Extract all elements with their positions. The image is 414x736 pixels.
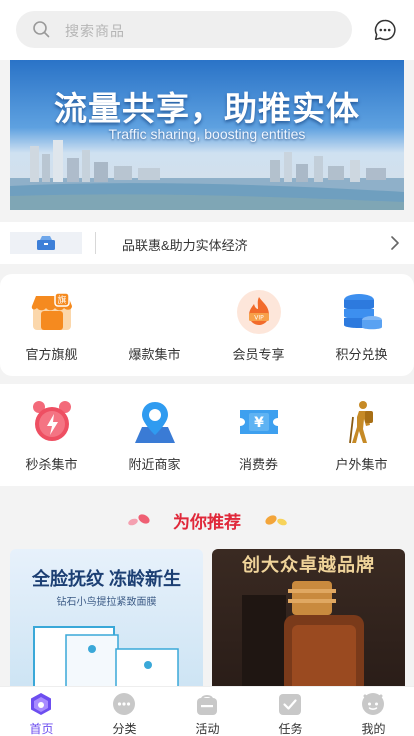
profile-icon [362,693,384,715]
category-outdoor-market[interactable]: 户外集市 [310,384,413,486]
recommend-header: 为你推荐 [0,505,414,533]
map-pin-icon [135,402,175,443]
category-label: 附近商家 [128,457,181,472]
decor-petals-icon [265,515,287,526]
activity-bag-icon [197,695,217,715]
promo-banner[interactable]: 流量共享，助推实体 Traffic sharing, boosting enti… [10,60,404,210]
shop-icon [37,236,55,250]
vip-flame-icon: VIP [237,290,281,334]
tab-label: 活动 [195,722,220,736]
category-label: 爆款集市 [128,347,181,362]
category-coupons[interactable]: ¥ 消费券 [207,384,310,486]
search-placeholder: 搜索商品 [65,23,125,39]
product-image [242,581,364,689]
svg-text:旗: 旗 [57,294,66,306]
category-label: 官方旗舰 [25,347,78,362]
flagship-store-icon: 旗 [31,292,72,330]
category-grid-row-1: 旗 官方旗舰 爆款集市 VIP 会员专享 积分兑换 [0,274,414,376]
category-points-exchange[interactable]: 积分兑换 [310,274,413,376]
top-bar: 搜索商品 [0,0,414,60]
category-dots-icon [113,693,135,715]
category-label: 秒杀集市 [25,457,78,472]
category-nearby-merchants[interactable]: 附近商家 [103,384,206,486]
chat-bubble-icon[interactable] [373,18,397,42]
product-subline: 钻石小鸟提拉紧致面膜 [56,597,157,608]
category-official-flagship[interactable]: 旗 官方旗舰 [0,274,103,376]
tab-activity[interactable]: 活动 [166,687,249,736]
chevron-right-icon [391,236,399,250]
recommend-title: 为你推荐 [173,513,241,532]
category-label: 户外集市 [335,457,388,472]
category-member-exclusive[interactable]: VIP 会员专享 [207,274,310,376]
category-label: 积分兑换 [335,347,388,362]
search-icon [33,21,50,38]
banner-title: 流量共享，助推实体 [54,90,360,127]
category-label: 消费券 [238,457,278,472]
notice-bar[interactable]: 品联惠&助力实体经济 [0,222,414,264]
home-icon [31,693,51,715]
hiker-icon [349,401,373,444]
product-headline: 创大众卓越品牌 [242,555,375,575]
tab-label: 分类 [112,722,137,736]
product-card[interactable]: 全脸抚纹 冻龄新生 钻石小鸟提拉紧致面膜 [10,549,203,689]
product-card[interactable]: 创大众卓越品牌 [212,549,405,689]
tab-category[interactable]: 分类 [83,687,166,736]
bottom-tab-bar: 首页 分类 活动 任务 我的 [0,686,414,736]
search-input[interactable]: 搜索商品 [16,11,352,48]
notice-text: 品联惠&助力实体经济 [122,238,248,253]
svg-text:¥: ¥ [254,415,264,431]
tab-profile[interactable]: 我的 [332,687,414,736]
coins-stack-icon [344,294,382,330]
tab-home[interactable]: 首页 [0,687,83,736]
coupon-ticket-icon: ¥ [240,410,278,434]
svg-text:VIP: VIP [254,315,264,322]
tab-label: 我的 [361,722,386,736]
brand-logo [10,232,82,254]
category-hot-market[interactable]: 爆款集市 [103,274,206,376]
category-label: 会员专享 [232,347,285,362]
category-flash-sale[interactable]: 秒杀集市 [0,384,103,486]
tab-label: 首页 [29,722,54,736]
tab-task[interactable]: 任务 [249,687,332,736]
category-grid-row-2: 秒杀集市 附近商家 ¥ 消费券 户外集市 [0,384,414,486]
product-image [33,626,179,689]
banner-subtitle: Traffic sharing, boosting entities [108,126,306,142]
city-skyline-image [10,140,404,210]
product-headline: 全脸抚纹 冻龄新生 [31,569,181,589]
alarm-clock-icon [33,401,71,441]
task-check-icon [279,694,301,715]
notice-divider [95,232,96,254]
tab-label: 任务 [278,722,303,736]
